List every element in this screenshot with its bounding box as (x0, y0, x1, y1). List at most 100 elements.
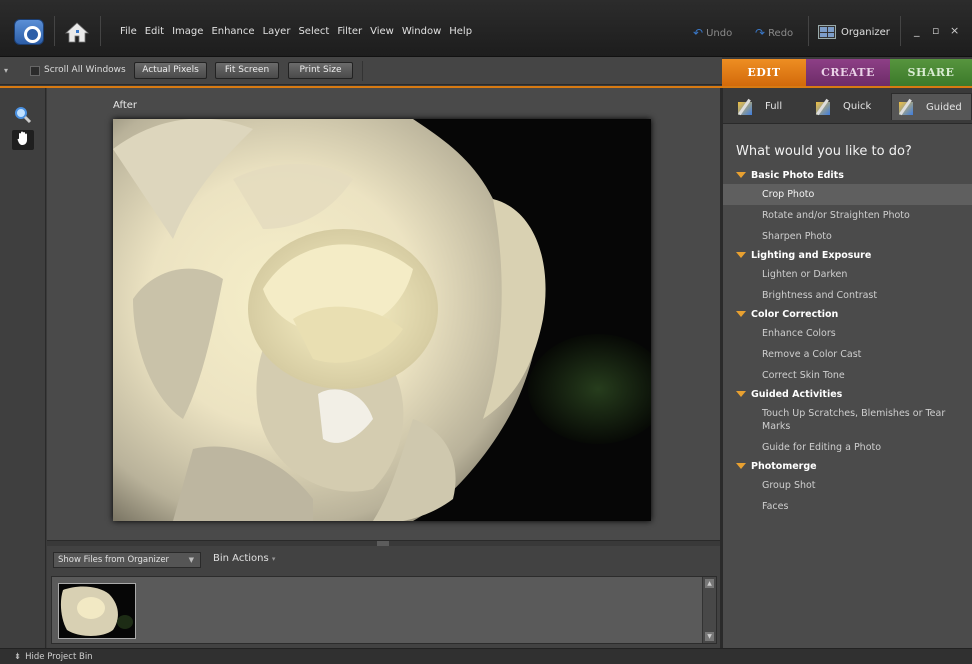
tab-guided-label: Guided (926, 101, 962, 113)
menu-filter[interactable]: Filter (337, 26, 362, 37)
view-label: After (113, 100, 138, 111)
undo-icon: ↶ (693, 26, 704, 40)
guided-edit-icon (898, 98, 918, 116)
expand-triangle-icon (736, 463, 746, 469)
title-bar: File Edit Image Enhance Layer Select Fil… (0, 0, 972, 57)
divider (54, 16, 55, 46)
tab-quick[interactable]: Quick (815, 93, 871, 120)
menu-window[interactable]: Window (402, 26, 441, 37)
collapse-icon: ⇟ (14, 652, 22, 662)
quick-edit-icon (815, 98, 835, 116)
task-enhance-colors[interactable]: Enhance Colors (723, 323, 972, 344)
zoom-icon[interactable] (12, 106, 34, 126)
task-crop-photo[interactable]: Crop Photo (723, 184, 972, 205)
menu-edit[interactable]: Edit (145, 26, 164, 37)
menu-image[interactable]: Image (172, 26, 203, 37)
edit-mode-subtabs: Full Quick Guided (723, 88, 972, 124)
task-guide-editing-photo[interactable]: Guide for Editing a Photo (723, 437, 972, 458)
rose-photo (113, 119, 651, 521)
group-basic-photo-edits[interactable]: Basic Photo Edits (723, 167, 972, 184)
expand-triangle-icon (736, 311, 746, 317)
bin-source-select[interactable]: Show Files from Organizer ▼ (53, 552, 201, 568)
group-title-label: Guided Activities (751, 389, 843, 400)
scroll-down-icon[interactable]: ▼ (705, 632, 714, 641)
menu-view[interactable]: View (370, 26, 394, 37)
bin-thumbnail-area: ▲ ▼ (51, 576, 717, 644)
bin-actions-menu[interactable]: Bin Actions ▾ (213, 553, 275, 564)
group-title-label: Basic Photo Edits (751, 170, 844, 181)
redo-icon: ↷ (755, 26, 766, 40)
tab-full[interactable]: Full (737, 93, 782, 120)
organizer-label: Organizer (841, 26, 890, 38)
close-button[interactable]: × (950, 24, 959, 37)
menu-enhance[interactable]: Enhance (211, 26, 254, 37)
menu-select[interactable]: Select (298, 26, 329, 37)
undo-button[interactable]: ↶ Undo (693, 26, 732, 40)
menu-file[interactable]: File (120, 26, 137, 37)
chevron-down-icon: ▼ (188, 556, 194, 564)
group-color-correction[interactable]: Color Correction (723, 306, 972, 323)
task-brightness-contrast[interactable]: Brightness and Contrast (723, 285, 972, 306)
main-menu: File Edit Image Enhance Layer Select Fil… (120, 26, 472, 37)
scroll-up-icon[interactable]: ▲ (705, 579, 714, 588)
full-edit-icon (737, 98, 757, 116)
group-title-label: Photomerge (751, 461, 817, 472)
group-guided-activities[interactable]: Guided Activities (723, 386, 972, 403)
divider (100, 16, 101, 46)
bin-source-value: Show Files from Organizer (58, 555, 170, 565)
task-group-shot[interactable]: Group Shot (723, 475, 972, 496)
minimize-button[interactable]: _ (914, 24, 920, 37)
task-rotate-straighten[interactable]: Rotate and/or Straighten Photo (723, 205, 972, 226)
menu-help[interactable]: Help (449, 26, 472, 37)
panel-heading: What would you like to do? (736, 144, 912, 159)
group-photomerge[interactable]: Photomerge (723, 458, 972, 475)
rose-thumbnail (59, 584, 135, 638)
organizer-button[interactable]: Organizer (818, 22, 890, 42)
group-title-label: Color Correction (751, 309, 839, 320)
group-lighting-exposure[interactable]: Lighting and Exposure (723, 247, 972, 264)
image-canvas-area[interactable]: After (47, 88, 720, 540)
guided-task-list: Basic Photo Edits Crop Photo Rotate and/… (723, 167, 972, 517)
actual-pixels-button[interactable]: Actual Pixels (134, 62, 207, 79)
redo-label: Redo (768, 27, 794, 39)
redo-button[interactable]: ↷ Redo (755, 26, 793, 40)
menu-layer[interactable]: Layer (263, 26, 291, 37)
hand-icon[interactable] (12, 130, 34, 150)
photo-thumbnail[interactable] (58, 583, 136, 639)
tab-edit[interactable]: EDIT (722, 59, 806, 86)
status-bar: ⇟ Hide Project Bin (0, 648, 972, 664)
print-size-button[interactable]: Print Size (288, 62, 353, 79)
tab-share[interactable]: SHARE (890, 59, 972, 86)
maximize-button[interactable]: ▫ (932, 24, 939, 37)
options-menu-arrow-icon[interactable]: ▾ (4, 66, 8, 75)
task-correct-skin-tone[interactable]: Correct Skin Tone (723, 365, 972, 386)
task-lighten-darken[interactable]: Lighten or Darken (723, 264, 972, 285)
task-remove-color-cast[interactable]: Remove a Color Cast (723, 344, 972, 365)
tool-options-bar: ▾ Scroll All Windows Actual Pixels Fit S… (0, 57, 722, 85)
bin-scrollbar[interactable]: ▲ ▼ (702, 577, 716, 643)
divider (362, 61, 363, 81)
scroll-all-windows-checkbox[interactable] (30, 66, 40, 76)
tab-full-label: Full (765, 101, 783, 112)
divider (808, 16, 809, 46)
task-sharpen-photo[interactable]: Sharpen Photo (723, 226, 972, 247)
tab-quick-label: Quick (843, 101, 872, 112)
app-camera-icon[interactable] (14, 19, 44, 45)
divider (900, 16, 901, 46)
undo-label: Undo (706, 27, 733, 39)
project-bin: Show Files from Organizer ▼ Bin Actions … (47, 546, 720, 648)
photo-image[interactable] (113, 119, 651, 521)
expand-triangle-icon (736, 172, 746, 178)
chevron-down-icon: ▾ (271, 555, 276, 563)
task-touch-up-scratches[interactable]: Touch Up Scratches, Blemishes or Tear Ma… (723, 403, 972, 437)
tab-guided[interactable]: Guided (891, 93, 972, 120)
fit-screen-button[interactable]: Fit Screen (215, 62, 279, 79)
hide-project-bin-toggle[interactable]: ⇟ Hide Project Bin (14, 652, 93, 662)
home-icon[interactable] (64, 20, 90, 44)
group-title-label: Lighting and Exposure (751, 250, 872, 261)
expand-triangle-icon (736, 252, 746, 258)
task-faces[interactable]: Faces (723, 496, 972, 517)
organizer-icon (818, 25, 836, 39)
tab-create[interactable]: CREATE (806, 59, 890, 86)
toolbox (0, 88, 46, 648)
